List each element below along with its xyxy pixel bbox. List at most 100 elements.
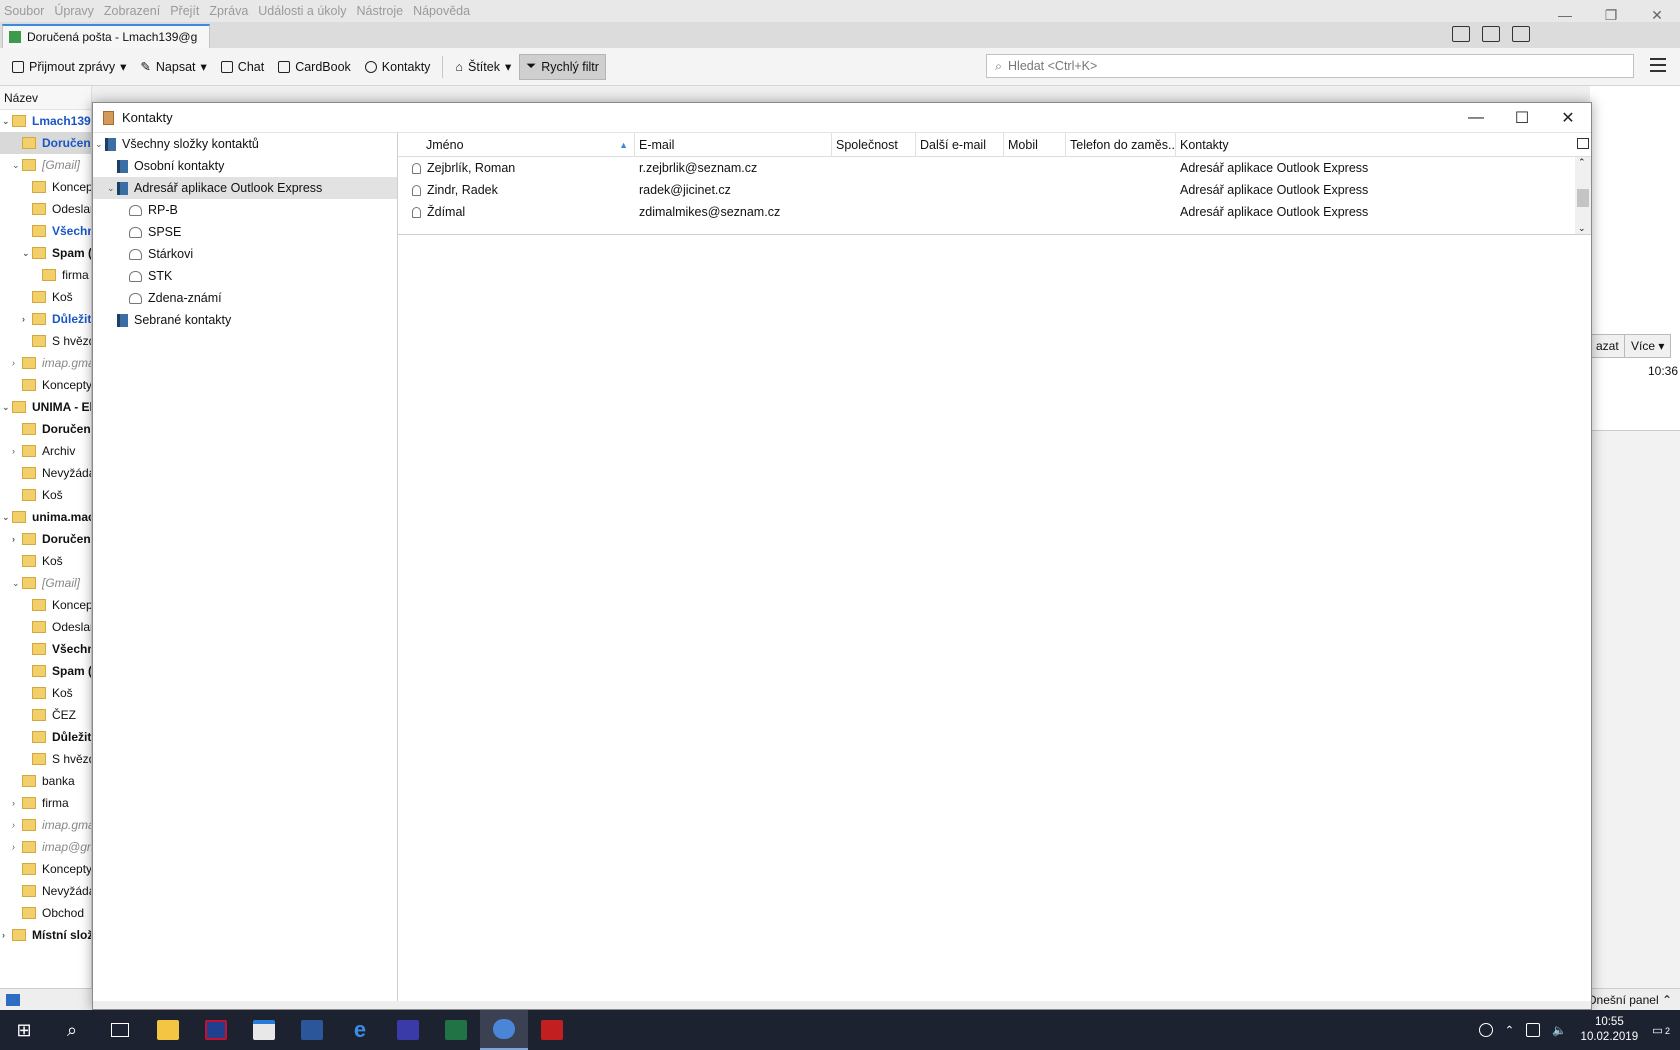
- tasks-icon[interactable]: [1512, 26, 1530, 42]
- dialog-maximize-button[interactable]: ☐: [1499, 103, 1545, 133]
- edge-taskbar-button[interactable]: e: [336, 1010, 384, 1050]
- table-row[interactable]: Ždímal zdimalmikes@seznam.cz Adresář apl…: [398, 201, 1591, 223]
- chevron-down-icon[interactable]: ▾: [201, 59, 207, 74]
- people-icon[interactable]: [1478, 1023, 1493, 1037]
- tag-button[interactable]: ⌂ Štítek ▾: [449, 54, 517, 80]
- dialog-minimize-button[interactable]: —: [1453, 103, 1499, 133]
- expand-twisty-icon[interactable]: ›: [12, 358, 22, 368]
- expand-twisty-icon[interactable]: ⌄: [95, 139, 105, 150]
- folder-item[interactable]: › firma: [0, 792, 91, 814]
- menu-tools[interactable]: Nástroje: [357, 4, 404, 18]
- folder-item[interactable]: Koncept: [0, 594, 91, 616]
- column-addressbook[interactable]: Kontakty: [1176, 133, 1570, 157]
- thunderbird-taskbar-button[interactable]: [480, 1010, 528, 1050]
- folder-item[interactable]: › imap@gm: [0, 836, 91, 858]
- tab-inbox[interactable]: Doručená pošta - Lmach139@g: [2, 24, 210, 48]
- search-input[interactable]: ⌕ Hledat <Ctrl+K>: [986, 54, 1634, 78]
- mailing-list-item[interactable]: SPSE: [93, 221, 397, 243]
- column-second-email[interactable]: Další e-mail: [916, 133, 1004, 157]
- addressbook-collected[interactable]: Sebrané kontakty: [93, 309, 397, 331]
- addressbook-icon[interactable]: [1452, 26, 1470, 42]
- scroll-up-icon[interactable]: ⌃: [1578, 157, 1586, 168]
- chevron-down-icon[interactable]: ▾: [120, 59, 126, 74]
- app-taskbar-button[interactable]: [384, 1010, 432, 1050]
- scrollbar-thumb[interactable]: [1577, 189, 1589, 207]
- language-taskbar-button[interactable]: [192, 1010, 240, 1050]
- get-mail-button[interactable]: Přijmout zprávy ▾: [6, 54, 132, 80]
- scroll-down-icon[interactable]: ⌄: [1578, 223, 1586, 234]
- folder-item[interactable]: Koš: [0, 550, 91, 572]
- folder-item[interactable]: S hvězdič: [0, 748, 91, 770]
- explorer-taskbar-button[interactable]: [144, 1010, 192, 1050]
- menu-events[interactable]: Události a úkoly: [258, 4, 346, 18]
- chat-button[interactable]: Chat: [215, 54, 270, 80]
- today-panel-toggle[interactable]: Dnešní panel ⌃: [1588, 993, 1672, 1007]
- show-button[interactable]: azat: [1590, 334, 1626, 358]
- more-button[interactable]: Více ▾: [1624, 334, 1672, 358]
- menu-view[interactable]: Zobrazení: [104, 4, 160, 18]
- quick-filter-button[interactable]: ⏷ Rychlý filtr: [519, 53, 606, 80]
- expand-twisty-icon[interactable]: ›: [22, 314, 32, 324]
- folder-item[interactable]: Odeslaná: [0, 616, 91, 638]
- expand-twisty-icon[interactable]: ⌄: [2, 402, 12, 413]
- column-mobile[interactable]: Mobil: [1004, 133, 1066, 157]
- folder-item[interactable]: Všechny: [0, 220, 91, 242]
- menu-go[interactable]: Přejít: [170, 4, 199, 18]
- folder-item[interactable]: firma: [0, 264, 91, 286]
- table-row[interactable]: Zejbrlík, Roman r.zejbrlik@seznam.cz Adr…: [398, 157, 1591, 179]
- contacts-scrollbar[interactable]: ⌃ ⌄: [1575, 157, 1591, 234]
- expand-twisty-icon[interactable]: ⌄: [2, 116, 12, 127]
- expand-twisty-icon[interactable]: ⌄: [12, 160, 22, 171]
- folder-item[interactable]: Nevyžádan: [0, 462, 91, 484]
- expand-twisty-icon[interactable]: ›: [2, 930, 12, 940]
- folder-item[interactable]: Koš: [0, 682, 91, 704]
- menu-message[interactable]: Zpráva: [209, 4, 248, 18]
- expand-twisty-icon[interactable]: ⌄: [12, 578, 22, 589]
- store-taskbar-button[interactable]: [240, 1010, 288, 1050]
- table-row[interactable]: Zindr, Radek radek@jicinet.cz Adresář ap…: [398, 179, 1591, 201]
- folder-item[interactable]: Obchod: [0, 902, 91, 924]
- expand-twisty-icon[interactable]: ⌄: [2, 512, 12, 523]
- mailing-list-item[interactable]: Stárkovi: [93, 243, 397, 265]
- column-company[interactable]: Společnost: [832, 133, 916, 157]
- search-taskbar-button[interactable]: ⌕: [48, 1010, 96, 1050]
- network-icon[interactable]: [1526, 1023, 1541, 1037]
- folder-item[interactable]: Koncepty: [0, 374, 91, 396]
- addressbook-outlook-express[interactable]: ⌄ Adresář aplikace Outlook Express: [93, 177, 397, 199]
- addressbook-all[interactable]: ⌄ Všechny složky kontaktů: [93, 133, 397, 155]
- menu-help[interactable]: Nápověda: [413, 4, 470, 18]
- app-menu-icon[interactable]: [1650, 58, 1666, 76]
- folder-item[interactable]: ⌄ Lmach139: [0, 110, 91, 132]
- menu-edit[interactable]: Úpravy: [54, 4, 94, 18]
- folder-item[interactable]: Doručená: [0, 132, 91, 154]
- folder-item[interactable]: › Archiv: [0, 440, 91, 462]
- chevron-up-icon[interactable]: ⌃: [1505, 1023, 1515, 1037]
- clock[interactable]: 10:55 10.02.2019: [1581, 1015, 1639, 1045]
- write-button[interactable]: ✎ Napsat ▾: [134, 54, 212, 80]
- notification-center-icon[interactable]: ▭ 2: [1652, 1023, 1670, 1037]
- expand-twisty-icon[interactable]: ⌄: [107, 183, 117, 194]
- column-email[interactable]: E-mail: [635, 133, 832, 157]
- expand-twisty-icon[interactable]: ⌄: [22, 248, 32, 259]
- folder-item[interactable]: ČEZ: [0, 704, 91, 726]
- folder-item[interactable]: › Místní slož: [0, 924, 91, 946]
- folder-item[interactable]: › Důležité: [0, 308, 91, 330]
- task-view-button[interactable]: [96, 1010, 144, 1050]
- word-taskbar-button[interactable]: [288, 1010, 336, 1050]
- expand-twisty-icon[interactable]: ›: [12, 842, 22, 852]
- folder-item[interactable]: S hvězdič: [0, 330, 91, 352]
- start-button[interactable]: ⊞: [0, 1010, 48, 1050]
- column-work-phone[interactable]: Telefon do zaměs...: [1066, 133, 1176, 157]
- excel-taskbar-button[interactable]: [432, 1010, 480, 1050]
- volume-icon[interactable]: 🔈: [1552, 1023, 1566, 1037]
- folder-item[interactable]: banka: [0, 770, 91, 792]
- column-name[interactable]: Jméno ▲: [398, 133, 635, 157]
- app2-taskbar-button[interactable]: [528, 1010, 576, 1050]
- folder-item[interactable]: ⌄ unima.mac: [0, 506, 91, 528]
- folder-item[interactable]: ⌄ UNIMA - El: [0, 396, 91, 418]
- folder-item[interactable]: › imap.gma: [0, 814, 91, 836]
- folder-item[interactable]: Koncepty: [0, 858, 91, 880]
- folder-item[interactable]: ⌄ Spam (2: [0, 242, 91, 264]
- folder-item[interactable]: Koš: [0, 484, 91, 506]
- expand-twisty-icon[interactable]: ›: [12, 446, 22, 456]
